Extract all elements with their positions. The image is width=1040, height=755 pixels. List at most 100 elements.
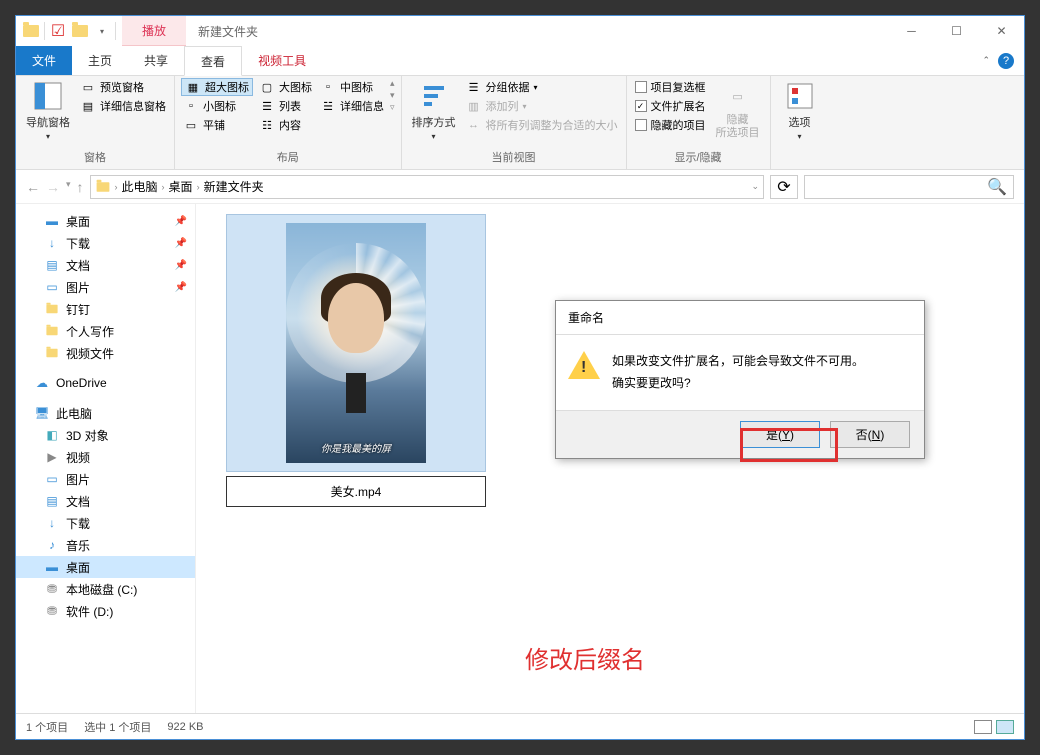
pin-icon: 📌 (175, 260, 187, 271)
sidebar-item-documents[interactable]: ▤文档📌 (16, 254, 195, 276)
icons-icon: ▦ (185, 79, 201, 95)
layout-l-icons[interactable]: ▢大图标 (257, 78, 314, 96)
ribbon-group-show-hide: 项目复选框 ✓文件扩展名 隐藏的项目 ▭ 隐藏 所选项目 显示/隐藏 (627, 76, 771, 169)
pin-icon: 📌 (175, 238, 187, 249)
cube-icon: ◧ (44, 427, 60, 443)
breadcrumb[interactable]: › 此电脑› 桌面› 新建文件夹 ⌄ (90, 175, 764, 199)
options-button[interactable]: 选项 ▾ (777, 78, 823, 143)
scroll-up-icon[interactable]: ▴ (390, 78, 395, 89)
add-columns-button: ▥添加列 ▾ (464, 97, 620, 115)
columns-icon: ▥ (466, 98, 482, 114)
minimize-button[interactable]: ─ (889, 16, 934, 46)
breadcrumb-segment[interactable]: 桌面› (169, 178, 200, 195)
sidebar-item-desktop2[interactable]: ▬桌面 (16, 556, 195, 578)
window-title: 新建文件夹 (186, 16, 889, 46)
tab-share[interactable]: 共享 (128, 46, 184, 75)
details-view-icon[interactable] (974, 720, 992, 734)
collapse-ribbon-icon[interactable]: ⌃ (982, 55, 990, 66)
layout-content[interactable]: ☷内容 (257, 116, 314, 134)
thumb-caption: 你是我最美的屏 (286, 440, 426, 455)
tab-file[interactable]: 文件 (16, 46, 72, 75)
sidebar-item-this-pc[interactable]: 🖥此电脑 (16, 402, 195, 424)
search-input[interactable]: 🔍 (804, 175, 1014, 199)
help-icon[interactable]: ? (998, 53, 1014, 69)
dialog-title: 重命名 (556, 301, 924, 335)
ribbon-group-current-view: 排序方式 ▾ ☰分组依据 ▾ ▥添加列 ▾ ↔将所有列调整为合适的大小 当前视图 (402, 76, 627, 169)
back-button[interactable]: ← (26, 179, 40, 195)
layout-xl-icons[interactable]: ▦超大图标 (181, 78, 253, 96)
dropdown-icon[interactable]: ▾ (93, 22, 111, 40)
layout-tiles[interactable]: ▭平铺 (181, 116, 253, 134)
sidebar-item-downloads2[interactable]: ↓下载 (16, 512, 195, 534)
sidebar-item-3d[interactable]: ◧3D 对象 (16, 424, 195, 446)
tiles-icon: ▭ (183, 117, 199, 133)
item-checkboxes-toggle[interactable]: 项目复选框 (633, 78, 708, 96)
checkbox-icon[interactable]: ☑ (49, 22, 67, 40)
no-button[interactable]: 否(N) (830, 421, 910, 448)
group-by-button[interactable]: ☰分组依据 ▾ (464, 78, 620, 96)
layout-list[interactable]: ☰列表 (257, 97, 314, 115)
search-icon: 🔍 (987, 177, 1007, 197)
status-size: 922 KB (167, 721, 203, 733)
layout-m-icons[interactable]: ▫中图标 (318, 78, 386, 96)
tab-home[interactable]: 主页 (72, 46, 128, 75)
yes-button[interactable]: 是(Y) (740, 421, 820, 448)
status-selected: 选中 1 个项目 (84, 719, 151, 735)
sidebar-item-desktop[interactable]: ▬桌面📌 (16, 210, 195, 232)
preview-pane-button[interactable]: ▭预览窗格 (78, 78, 168, 96)
details-icon: ☱ (320, 98, 336, 114)
sidebar-item-music[interactable]: ♪音乐 (16, 534, 195, 556)
hide-selected-button: ▭ 隐藏 所选项目 (712, 78, 764, 142)
maximize-button[interactable]: ☐ (934, 16, 979, 46)
folder-icon (44, 323, 60, 339)
nav-pane-button[interactable]: 导航窗格 ▾ (22, 78, 74, 143)
file-ext-toggle[interactable]: ✓文件扩展名 (633, 97, 708, 115)
tab-view[interactable]: 查看 (184, 46, 242, 76)
icons-view-icon[interactable] (996, 720, 1014, 734)
sidebar-item-videos[interactable]: 视频文件 (16, 342, 195, 364)
picture-icon: ▭ (44, 279, 60, 295)
checkbox-icon: ✓ (635, 100, 647, 112)
details-pane-icon: ▤ (80, 98, 96, 114)
chevron-down-icon[interactable]: ⌄ (751, 181, 759, 192)
scroll-down-icon[interactable]: ▾ (390, 90, 395, 101)
file-item[interactable]: 你是我最美的屏 美女.mp4 (226, 214, 486, 507)
sidebar-item-pictures[interactable]: ▭图片📌 (16, 276, 195, 298)
icons-icon: ▢ (259, 79, 275, 95)
sidebar-item-drive-c[interactable]: ⛃本地磁盘 (C:) (16, 578, 195, 600)
layout-s-icons[interactable]: ▫小图标 (181, 97, 253, 115)
sidebar-item-videos2[interactable]: ▶视频 (16, 446, 195, 468)
sidebar-item-drive-d[interactable]: ⛃软件 (D:) (16, 600, 195, 622)
breadcrumb-segment[interactable]: 此电脑› (122, 178, 165, 195)
sidebar-item-pictures2[interactable]: ▭图片 (16, 468, 195, 490)
download-icon: ↓ (44, 515, 60, 531)
details-pane-button[interactable]: ▤详细信息窗格 (78, 97, 168, 115)
close-button[interactable]: ✕ (979, 16, 1024, 46)
refresh-button[interactable]: ⟳ (770, 175, 798, 199)
separator (44, 22, 45, 40)
sort-by-button[interactable]: 排序方式 ▾ (408, 78, 460, 143)
expand-icon[interactable]: ▿ (390, 102, 395, 113)
sidebar-item-documents2[interactable]: ▤文档 (16, 490, 195, 512)
breadcrumb-segment[interactable]: 新建文件夹 (204, 178, 264, 195)
recent-dropdown[interactable]: ▾ (66, 179, 71, 195)
sidebar-item-dingding[interactable]: 钉钉 (16, 298, 195, 320)
tab-video-tools[interactable]: 视频工具 (242, 46, 322, 75)
forward-button[interactable]: → (46, 179, 60, 195)
list-icon: ☰ (259, 98, 275, 114)
layout-details[interactable]: ☱详细信息 (318, 97, 386, 115)
icons-icon: ▫ (183, 98, 199, 114)
group-label: 当前视图 (408, 149, 620, 167)
filename-input[interactable]: 美女.mp4 (226, 476, 486, 507)
sidebar-item-onedrive[interactable]: ☁OneDrive (16, 372, 195, 394)
folder-icon[interactable] (71, 22, 89, 40)
hidden-items-toggle[interactable]: 隐藏的项目 (633, 116, 708, 134)
resize-icon: ↔ (466, 117, 482, 133)
up-button[interactable]: ↑ (77, 179, 84, 195)
sidebar-item-writing[interactable]: 个人写作 (16, 320, 195, 342)
ribbon: 导航窗格 ▾ ▭预览窗格 ▤详细信息窗格 窗格 ▦超大图标 ▫小图标 ▭平铺 ▢… (16, 76, 1024, 170)
chevron-down-icon: ▾ (798, 132, 802, 141)
chevron-down-icon: ▾ (46, 132, 50, 141)
quick-access-toolbar: ☑ ▾ (16, 16, 122, 46)
sidebar-item-downloads[interactable]: ↓下载📌 (16, 232, 195, 254)
